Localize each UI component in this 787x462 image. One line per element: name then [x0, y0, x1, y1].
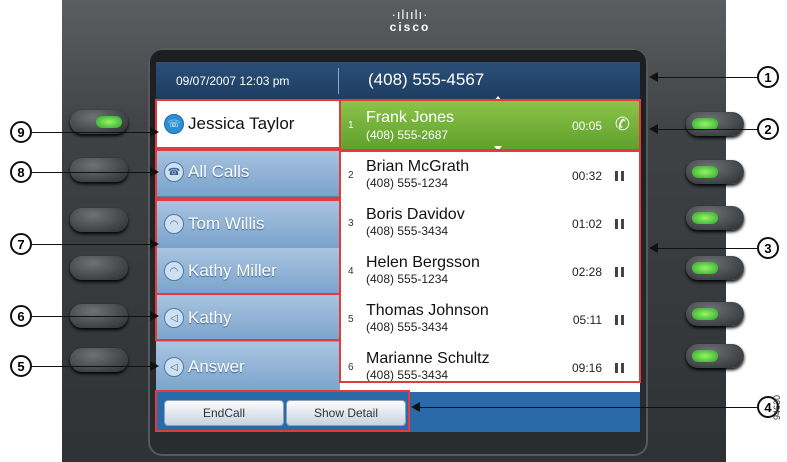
header-datetime: 09/07/2007 12:03 pm — [176, 74, 290, 88]
callout-line — [658, 77, 757, 78]
highlight-speed-dial-6 — [155, 293, 341, 341]
led-icon — [692, 262, 718, 274]
callout-arrow — [150, 361, 159, 371]
led-icon — [692, 166, 718, 178]
left-line-key-4[interactable] — [70, 256, 128, 280]
callout-9: 9 — [10, 121, 32, 143]
callout-line — [32, 172, 150, 173]
callout-arrow — [150, 311, 159, 321]
highlight-call-list-3 — [339, 150, 641, 383]
line-label: Answer — [188, 357, 245, 376]
led-icon — [692, 212, 718, 224]
callout-line — [32, 244, 150, 245]
callout-line — [420, 407, 757, 408]
highlight-all-calls-8 — [155, 149, 341, 199]
callout-arrow — [649, 72, 658, 82]
highlight-lines-7 — [155, 199, 341, 295]
right-session-key-1[interactable] — [686, 112, 744, 136]
left-line-key-6[interactable] — [70, 348, 128, 372]
left-line-key-1[interactable] — [70, 110, 128, 134]
callout-arrow — [649, 124, 658, 134]
callout-line — [658, 129, 757, 130]
callout-arrow — [411, 402, 420, 412]
led-icon — [96, 116, 122, 128]
callout-3: 3 — [757, 237, 779, 259]
callout-5: 5 — [10, 355, 32, 377]
callout-6: 6 — [10, 305, 32, 327]
callout-line — [32, 316, 150, 317]
callout-arrow — [150, 167, 159, 177]
callout-8: 8 — [10, 161, 32, 183]
header-separator — [338, 68, 339, 94]
led-icon — [692, 350, 718, 362]
right-session-key-6[interactable] — [686, 344, 744, 368]
cisco-logo-word: cisco — [389, 20, 431, 34]
callout-line — [658, 248, 757, 249]
right-session-key-5[interactable] — [686, 302, 744, 326]
callout-line — [32, 132, 150, 133]
callout-arrow — [150, 239, 159, 249]
highlight-active-call-2 — [339, 99, 641, 151]
line-button-answer[interactable]: ◁ Answer — [156, 342, 340, 393]
callout-arrow — [150, 127, 159, 137]
left-line-key-2[interactable] — [70, 158, 128, 182]
right-session-key-2[interactable] — [686, 160, 744, 184]
callout-line — [32, 366, 150, 367]
callout-arrow — [649, 243, 658, 253]
cisco-logo: ·ılıılı· cisco — [370, 8, 450, 34]
right-session-key-3[interactable] — [686, 206, 744, 230]
led-icon — [692, 308, 718, 320]
figure-code: 94630 — [772, 394, 782, 420]
highlight-line-9 — [155, 99, 341, 149]
header-bar: 09/07/2007 12:03 pm (408) 555-4567 — [156, 62, 640, 100]
left-line-key-3[interactable] — [70, 208, 128, 232]
callout-7: 7 — [10, 233, 32, 255]
header-phone-number: (408) 555-4567 — [368, 70, 485, 89]
speed-dial-icon: ◁ — [164, 357, 184, 377]
highlight-softkeys-4 — [155, 390, 410, 432]
callout-2: 2 — [757, 118, 779, 140]
callout-1: 1 — [757, 66, 779, 88]
right-session-key-4[interactable] — [686, 256, 744, 280]
